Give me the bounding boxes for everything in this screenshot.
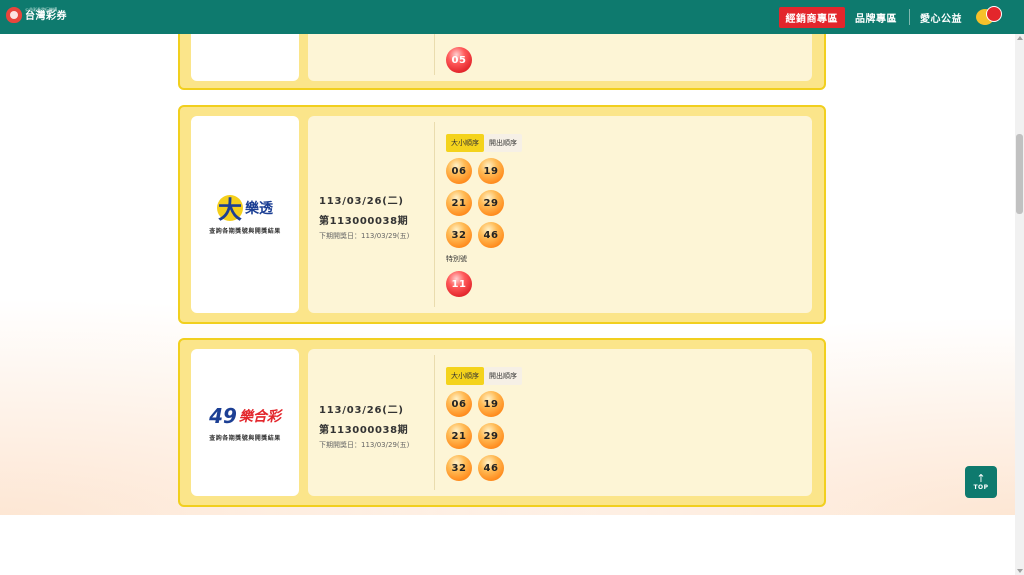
main-nav: 經銷商專區 品牌專區 愛心公益 (778, 0, 1024, 34)
brand-zone-link[interactable]: 品牌專區 (855, 10, 897, 25)
draw-period: 第113000038期 (319, 425, 409, 436)
arrow-up-icon: ↑ (976, 472, 986, 485)
page-scrollbar[interactable] (1015, 34, 1024, 575)
game-logo-panel[interactable]: 49 樂合彩 查詢各期獎號與開獎結果 (191, 349, 299, 496)
lottery-card-lotto: 大 樂透 查詢各期獎號與開獎結果 113/03/26(二) 第113000038… (178, 105, 826, 324)
number-ball: 29 (478, 423, 504, 449)
number-ball: 19 (478, 158, 504, 184)
brand-name: 台灣彩券 (25, 11, 67, 22)
draw-result-panel: 113/03/26(二) 第113000038期 下期開獎日：113/03/29… (308, 349, 812, 496)
number-ball: 06 (446, 391, 472, 417)
logo-subtitle: 查詢各期獎號與開獎結果 (209, 227, 281, 235)
draw-date: 113/03/26(二) (319, 405, 404, 416)
draw-result-panel: 113/03/26(二) 第113000038期 下期開獎日：113/03/29… (308, 116, 812, 313)
scroll-up-icon[interactable] (1017, 36, 1023, 40)
taiwan-lottery-logo-icon (6, 7, 22, 23)
panel-divider (434, 355, 435, 490)
logo-subtitle: 查詢各期獎號與開獎結果 (209, 434, 281, 442)
number-balls: 06 19 21 29 32 46 (446, 158, 504, 254)
nav-divider (909, 9, 910, 25)
dealer-zone-button[interactable]: 經銷商專區 (778, 6, 845, 28)
number-ball: 06 (446, 158, 472, 184)
draw-info: 113/03/26(二) 第113000038期 下期開獎日：113/03/29… (319, 192, 409, 241)
draw-date: 113/03/26(二) (319, 196, 404, 207)
next-draw-date: 下期開獎日：113/03/29(五) (319, 232, 410, 240)
brand-logo[interactable]: 公益彩券發行機構 台灣彩券 (6, 7, 67, 23)
number-ball: 19 (478, 391, 504, 417)
number-ball: 29 (478, 190, 504, 216)
tab-draw-order[interactable]: 開出順序 (484, 134, 522, 152)
page-bottom (0, 515, 1015, 575)
number-ball: 21 (446, 423, 472, 449)
special-number-ball: 05 (446, 47, 472, 73)
lotto-logo-word: 樂透 (245, 200, 273, 217)
order-tabs: 大小順序 開出順序 (446, 134, 522, 152)
lotto49-logo-word: 樂合彩 (238, 408, 281, 425)
tab-draw-order[interactable]: 開出順序 (484, 367, 522, 385)
game-logo-panel[interactable]: 大 樂透 查詢各期獎號與開獎結果 (191, 116, 299, 313)
draw-period: 第113000038期 (319, 216, 409, 227)
number-ball: 46 (478, 222, 504, 248)
lotto49-logo-number: 49 (209, 403, 237, 428)
scrollbar-thumb[interactable] (1016, 134, 1023, 214)
order-tabs: 大小順序 開出順序 (446, 367, 522, 385)
special-balls: 11 (446, 271, 472, 303)
draw-info: 113/03/26(二) 第113000038期 下期開獎日：113/03/29… (319, 401, 409, 450)
special-number-ball: 11 (446, 271, 472, 297)
panel-divider (434, 122, 435, 307)
heart-red-shape (986, 6, 1002, 22)
number-ball: 46 (478, 455, 504, 481)
lottery-card-49: 49 樂合彩 查詢各期獎號與開獎結果 113/03/26(二) 第1130000… (178, 338, 826, 507)
tab-size-order[interactable]: 大小順序 (446, 134, 484, 152)
charity-link[interactable]: 愛心公益 (920, 10, 962, 25)
back-to-top-button[interactable]: ↑ TOP (965, 466, 997, 498)
brand-text: 公益彩券發行機構 台灣彩券 (25, 8, 67, 22)
charity-heart-icon[interactable] (974, 5, 1004, 29)
site-header: 公益彩券發行機構 台灣彩券 經銷商專區 品牌專區 愛心公益 (0, 0, 1024, 34)
number-balls: 06 19 21 29 32 46 (446, 391, 504, 487)
number-ball: 32 (446, 222, 472, 248)
tab-size-order[interactable]: 大小順序 (446, 367, 484, 385)
top-label: TOP (973, 484, 989, 491)
lotto-logo-mark: 大 (217, 194, 243, 224)
lotto-logo: 大 樂透 (217, 194, 273, 224)
number-ball: 21 (446, 190, 472, 216)
scroll-down-icon[interactable] (1017, 569, 1023, 573)
special-number-label: 特別號 (446, 255, 467, 263)
lotto49-logo: 49 樂合彩 (209, 404, 281, 428)
number-ball: 32 (446, 455, 472, 481)
next-draw-date: 下期開獎日：113/03/29(五) (319, 441, 410, 449)
number-balls: 05 (446, 47, 472, 79)
